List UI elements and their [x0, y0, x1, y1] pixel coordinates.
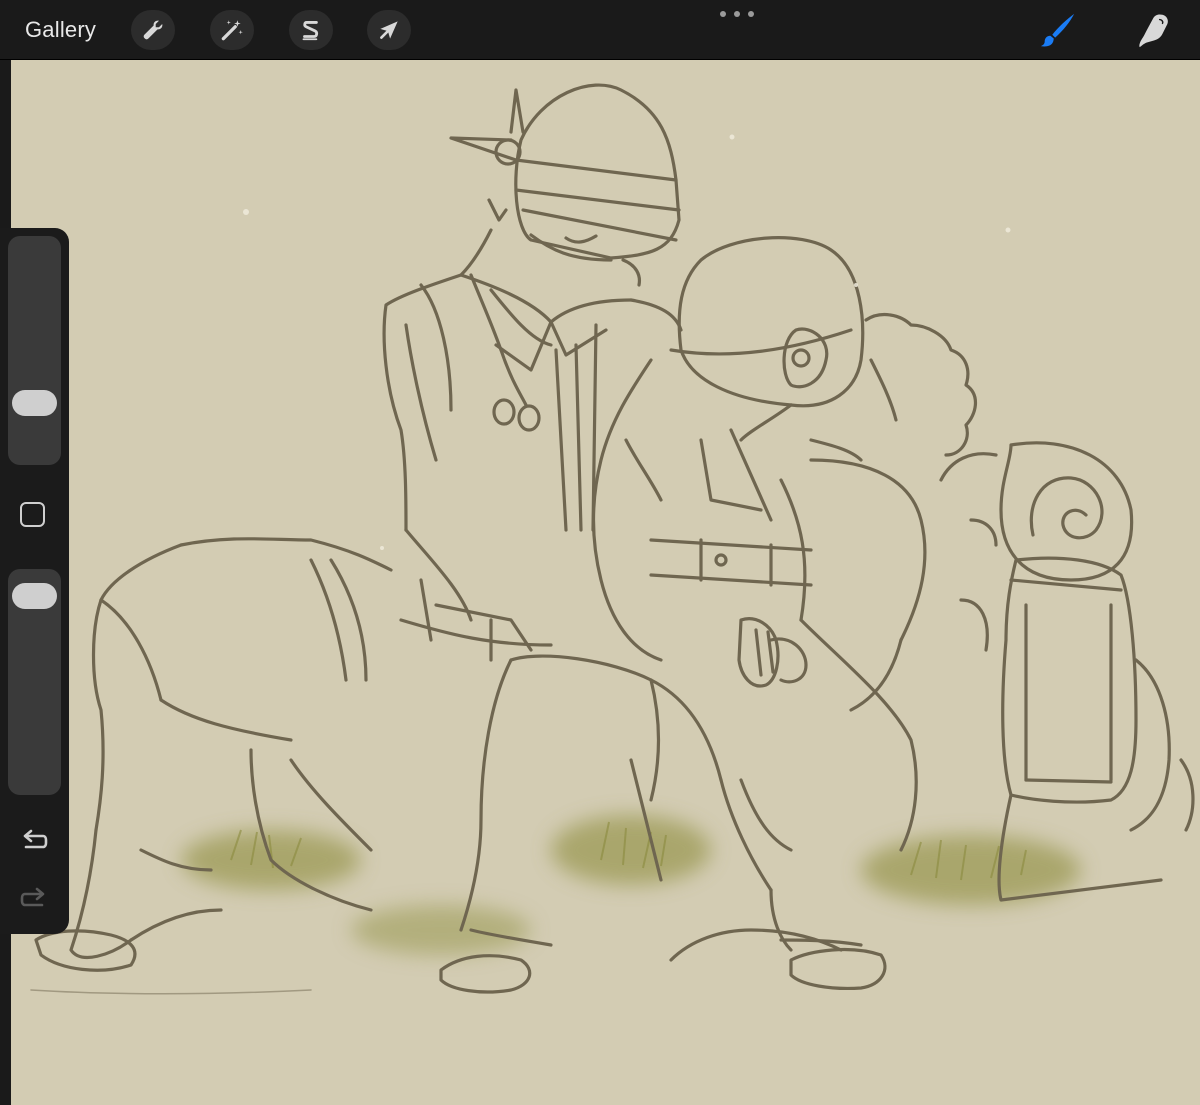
brush-icon: [1040, 13, 1075, 47]
magic-wand-icon: [221, 20, 243, 41]
selection-button[interactable]: [289, 10, 333, 50]
brush-size-thumb[interactable]: [12, 390, 57, 417]
brush-opacity-thumb[interactable]: [12, 582, 57, 609]
brush-tool-button[interactable]: [1036, 10, 1080, 50]
sketch-artwork: [11, 60, 1200, 1105]
transform-button[interactable]: [367, 10, 411, 50]
more-dots-icon[interactable]: [720, 8, 754, 20]
left-sidebar: [0, 228, 69, 934]
redo-icon: [20, 887, 45, 907]
actions-button[interactable]: [131, 10, 175, 50]
selection-s-icon: [302, 21, 319, 41]
smudge-tool-button[interactable]: [1131, 10, 1175, 50]
square-modify-icon[interactable]: [20, 502, 45, 527]
arrow-cursor-icon: [380, 21, 398, 39]
top-toolbar: Gallery: [0, 0, 1200, 60]
wrench-icon: [143, 20, 163, 40]
brush-size-slider[interactable]: [8, 236, 61, 465]
adjustments-button[interactable]: [210, 10, 254, 50]
smudge-finger-icon: [1139, 14, 1168, 48]
gallery-button[interactable]: Gallery: [25, 16, 96, 44]
drawing-canvas[interactable]: [11, 60, 1200, 1105]
redo-button[interactable]: [18, 884, 50, 916]
undo-button[interactable]: [18, 826, 50, 858]
brush-opacity-slider[interactable]: [8, 569, 61, 795]
procreate-app: Gallery: [0, 0, 1200, 1105]
undo-icon: [23, 829, 48, 849]
